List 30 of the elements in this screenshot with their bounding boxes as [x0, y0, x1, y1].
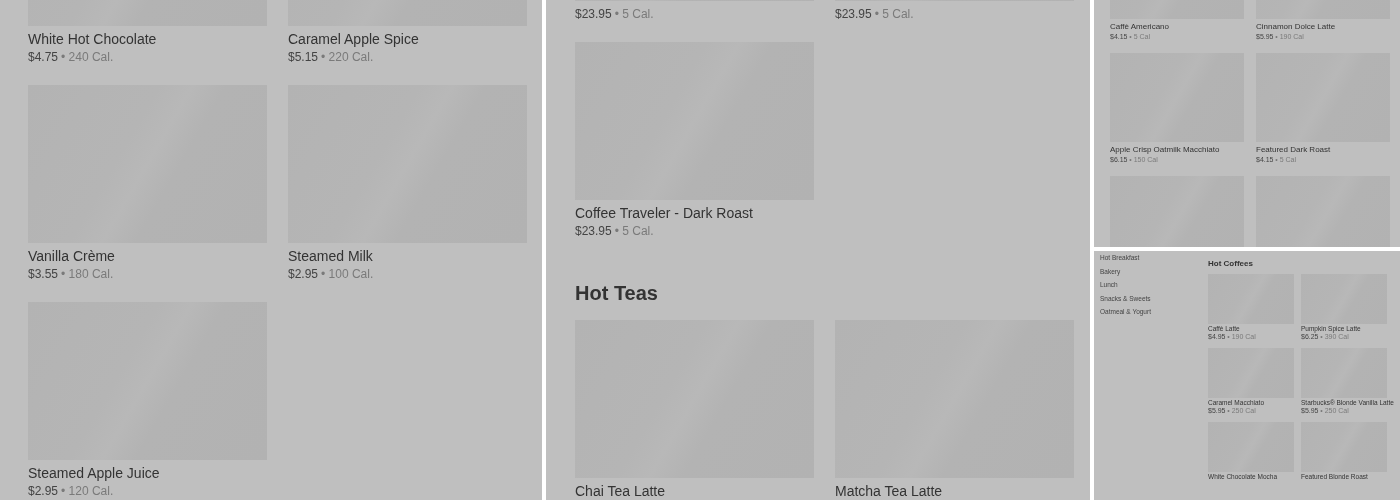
product-name[interactable]: Caramel Apple Spice: [288, 30, 419, 48]
calorie-count: • 240 Cal.: [61, 50, 114, 64]
calorie-count: • 180 Cal.: [61, 267, 114, 281]
product-name[interactable]: Featured Dark Roast: [1256, 144, 1331, 155]
calorie-count: • 120 Cal.: [61, 484, 114, 498]
product-price: $5.15: [288, 50, 319, 64]
product-name[interactable]: Coffee Traveler - Dark Roast: [575, 204, 753, 222]
product-name[interactable]: Caffè Americano: [1110, 21, 1169, 32]
calorie-count: • 5 Cal.: [614, 7, 654, 21]
product-price: $2.95: [288, 267, 319, 281]
product-name[interactable]: Chai Tea Latte: [575, 482, 666, 500]
section-heading: Hot Teas: [575, 281, 659, 306]
product-name[interactable]: Vanilla Crème: [28, 247, 115, 265]
section-heading: Hot Coffees: [1208, 259, 1254, 269]
calorie-count: • 220 Cal.: [321, 50, 374, 64]
calorie-count: • 100 Cal.: [321, 267, 374, 281]
product-name[interactable]: Cinnamon Dolce Latte: [1256, 21, 1336, 32]
product-price: $4.75: [28, 50, 59, 64]
product-price: $2.95: [28, 484, 59, 498]
product-name[interactable]: White Hot Chocolate: [28, 30, 157, 48]
product-price: $23.95: [575, 7, 612, 21]
calorie-count: • 5 Cal.: [614, 224, 654, 238]
calorie-count: • 5 Cal.: [874, 7, 914, 21]
product-price: $23.95: [835, 7, 872, 21]
product-name[interactable]: Matcha Tea Latte: [835, 482, 943, 500]
product-price: $3.55: [28, 267, 59, 281]
product-name[interactable]: Steamed Apple Juice: [28, 464, 160, 482]
product-name[interactable]: Steamed Milk: [288, 247, 373, 265]
product-price: $23.95: [575, 224, 612, 238]
product-name[interactable]: Apple Crisp Oatmilk Macchiato: [1110, 144, 1220, 155]
